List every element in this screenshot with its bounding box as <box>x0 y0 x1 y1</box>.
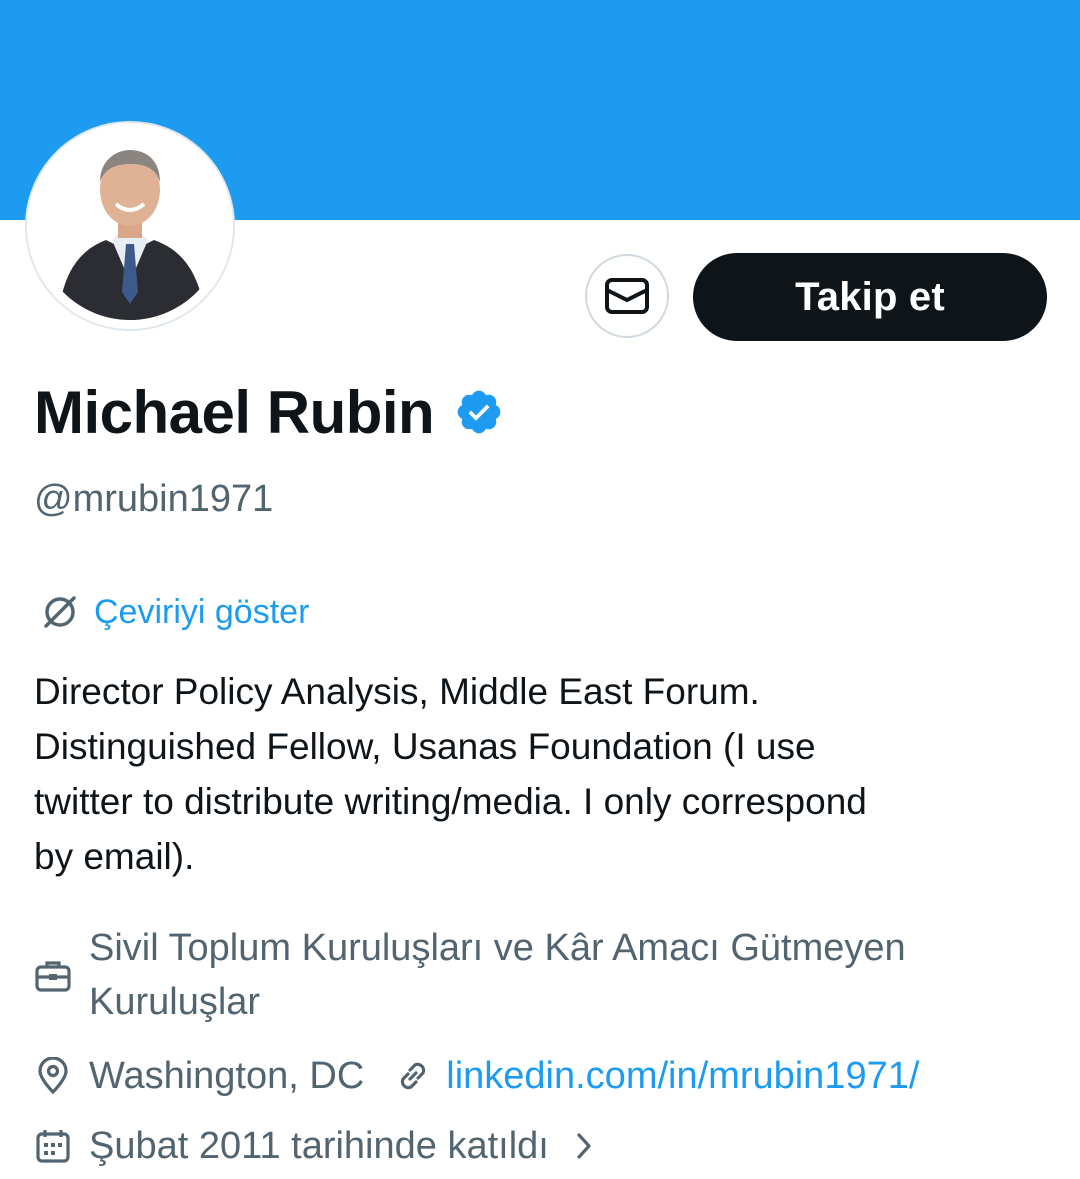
avatar-image <box>36 132 224 320</box>
profile-location-row: Washington, DC linkedin.com/in/mrubin197… <box>34 1049 919 1103</box>
briefcase-icon <box>35 961 71 992</box>
translate-label[interactable]: Çeviriyi göster <box>94 593 309 632</box>
profile-bio: Director Policy Analysis, Middle East Fo… <box>34 671 867 877</box>
chevron-right-icon[interactable] <box>571 1127 597 1165</box>
translate-globe-icon <box>44 596 76 628</box>
joined-label: Şubat 2011 tarihinde katıldı <box>89 1124 549 1167</box>
profile-category: Sivil Toplum Kuruluşları ve Kâr Amacı Gü… <box>34 921 1044 1029</box>
category-label: Sivil Toplum Kuruluşları ve Kâr Amacı Gü… <box>89 927 906 1023</box>
avatar-photo[interactable] <box>36 132 224 320</box>
website-link[interactable]: linkedin.com/in/mrubin1971/ <box>446 1055 919 1098</box>
profile-name-row: Michael Rubin <box>34 372 504 452</box>
message-button[interactable] <box>585 254 669 338</box>
verified-badge-icon[interactable] <box>454 387 504 437</box>
follow-button[interactable]: Takip et <box>693 253 1047 341</box>
avatar[interactable] <box>25 121 235 331</box>
location-label: Washington, DC <box>89 1054 365 1097</box>
profile-joined-row[interactable]: Şubat 2011 tarihinde katıldı <box>34 1119 597 1173</box>
calendar-icon <box>36 1130 70 1163</box>
location-pin-icon <box>38 1057 68 1095</box>
profile-handle: @mrubin1971 <box>34 478 274 520</box>
link-icon <box>401 1062 426 1090</box>
envelope-icon <box>605 278 649 314</box>
profile-name: Michael Rubin <box>34 378 435 446</box>
translate-link[interactable]: Çeviriyi göster <box>40 592 309 632</box>
